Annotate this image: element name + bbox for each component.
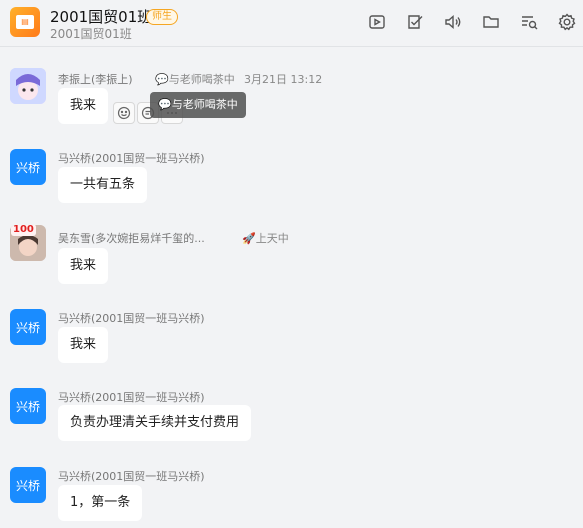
volume-icon[interactable] xyxy=(443,12,463,32)
chat-bubble-icon: 💬 xyxy=(158,98,172,111)
avatar[interactable]: 兴桥 xyxy=(10,467,46,503)
chat-subtitle: 2001国贸01班 xyxy=(50,27,132,41)
group-avatar[interactable]: ▤ xyxy=(10,7,40,37)
group-type-badge: 师生 xyxy=(146,9,178,25)
sender-name: 马兴桥(2001国贸一班马兴桥) xyxy=(58,470,205,483)
settings-icon[interactable] xyxy=(557,12,577,32)
sender-name: 吴东雪(多次婉拒易烊千玺的... xyxy=(58,232,205,245)
message-bubble[interactable]: 我来 xyxy=(58,88,109,124)
chat-bubble-icon: 💬 xyxy=(155,73,169,86)
chat-header: ▤ 2001国贸01班 师生 2001国贸01班 xyxy=(0,0,583,47)
message-bubble[interactable]: 我来 xyxy=(58,327,109,363)
video-icon[interactable] xyxy=(367,12,387,32)
message-bubble[interactable]: 一共有五条 xyxy=(58,167,148,203)
avatar[interactable]: 100 xyxy=(10,225,46,261)
avatar[interactable]: 兴桥 xyxy=(10,309,46,345)
avatar[interactable] xyxy=(10,68,46,104)
check-icon[interactable] xyxy=(405,12,425,32)
sender-name: 马兴桥(2001国贸一班马兴桥) xyxy=(58,391,205,404)
user-status: 🚀上天中 xyxy=(242,232,289,245)
message-bubble[interactable]: 我来 xyxy=(58,248,109,284)
emoji-react-icon[interactable] xyxy=(113,102,135,124)
status-tooltip: 💬与老师喝茶中 xyxy=(150,92,246,118)
avatar[interactable]: 兴桥 xyxy=(10,388,46,424)
rocket-icon: 🚀 xyxy=(242,232,256,245)
message-time: 3月21日 13:12 xyxy=(244,73,323,86)
chat-title: 2001国贸01班 xyxy=(50,8,153,26)
sender-name: 马兴桥(2001国贸一班马兴桥) xyxy=(58,152,205,165)
folder-icon[interactable] xyxy=(481,12,501,32)
message-bubble[interactable]: 负责办理清关手续并支付费用 xyxy=(58,405,252,441)
group-logo-icon: ▤ xyxy=(16,15,34,29)
avatar-badge: 100 xyxy=(11,225,36,236)
sender-name: 马兴桥(2001国贸一班马兴桥) xyxy=(58,312,205,325)
message-bubble[interactable]: 1，第一条 xyxy=(58,485,143,521)
sender-name: 李振上(李振上) xyxy=(58,73,133,86)
user-status: 💬与老师喝茶中 xyxy=(155,73,235,86)
avatar[interactable]: 兴桥 xyxy=(10,149,46,185)
search-list-icon[interactable] xyxy=(519,12,539,32)
